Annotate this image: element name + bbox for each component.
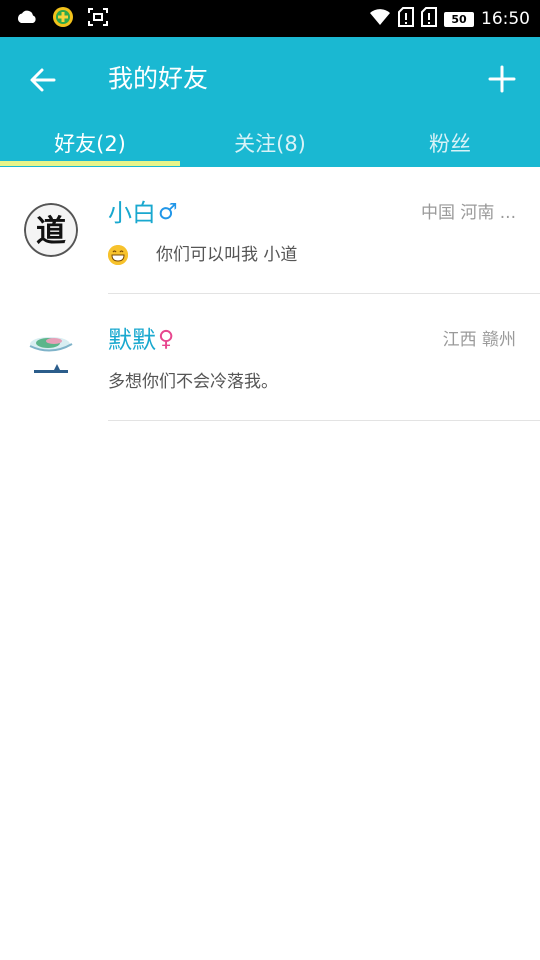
back-arrow-icon[interactable] bbox=[28, 65, 58, 95]
avatar bbox=[24, 330, 78, 384]
battery-icon: 50 bbox=[444, 11, 474, 27]
friend-message: 多想你们不会冷落我。 bbox=[108, 372, 278, 392]
friend-name-row: 默默 ♀ bbox=[108, 324, 174, 356]
male-icon: ♂ bbox=[158, 200, 178, 225]
female-icon: ♀ bbox=[158, 327, 175, 352]
avatar: 道 bbox=[24, 203, 78, 257]
friend-list: 道 小白 ♂ 中国 河南 ... 你们可以叫我 小道 默默 ♀ 江西 赣州 多想… bbox=[0, 167, 540, 421]
row-divider bbox=[108, 420, 540, 421]
add-friend-plus-icon[interactable] bbox=[488, 65, 516, 93]
sim2-icon bbox=[421, 7, 437, 31]
friend-name: 小白 bbox=[108, 199, 156, 227]
tab-following[interactable]: 关注(8) bbox=[180, 125, 360, 167]
app-header: 我的好友 好友(2) 关注(8) 粉丝 bbox=[0, 37, 540, 167]
wifi-icon bbox=[369, 8, 391, 30]
grin-emoji-icon bbox=[108, 245, 128, 265]
friend-row[interactable]: 默默 ♀ 江西 赣州 多想你们不会冷落我。 bbox=[0, 294, 540, 421]
friend-location: 江西 赣州 bbox=[442, 330, 516, 350]
friend-row[interactable]: 道 小白 ♂ 中国 河南 ... 你们可以叫我 小道 bbox=[0, 167, 540, 294]
page-title: 我的好友 bbox=[108, 64, 209, 93]
avatar-glyph: 道 bbox=[36, 214, 66, 249]
friend-message-row: 多想你们不会冷落我。 bbox=[108, 370, 278, 394]
friend-name: 默默 bbox=[108, 326, 156, 354]
screenshot-icon bbox=[88, 8, 108, 30]
tab-indicator bbox=[0, 161, 180, 166]
tab-fans[interactable]: 粉丝 bbox=[360, 125, 540, 167]
friend-message-row: 你们可以叫我 小道 bbox=[108, 243, 297, 267]
status-time: 16:50 bbox=[481, 9, 530, 29]
status-bar: 50 16:50 bbox=[0, 0, 540, 37]
sim1-icon bbox=[398, 7, 414, 31]
cloud-icon bbox=[16, 9, 38, 29]
app-plus-icon bbox=[52, 6, 74, 32]
friend-message: 你们可以叫我 小道 bbox=[156, 245, 298, 265]
friend-location: 中国 河南 ... bbox=[420, 203, 516, 223]
friend-name-row: 小白 ♂ bbox=[108, 197, 178, 229]
